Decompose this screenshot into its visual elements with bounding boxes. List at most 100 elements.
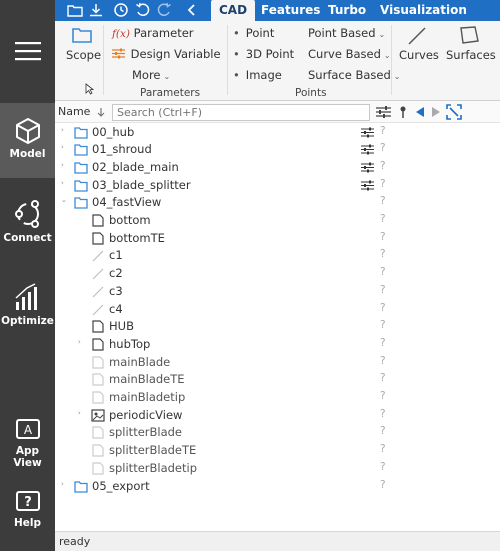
help-marker[interactable]: ? xyxy=(380,319,386,331)
tree-row[interactable]: › 00_hub? xyxy=(55,124,500,142)
filter-sliders-icon[interactable] xyxy=(376,105,391,119)
help-marker[interactable]: ? xyxy=(380,302,386,314)
expand-toggle-icon[interactable]: › xyxy=(78,409,81,417)
tree-row[interactable]: c2? xyxy=(55,265,500,283)
expand-toggle-icon[interactable]: › xyxy=(61,161,64,169)
image-label: Image xyxy=(245,68,282,82)
help-marker[interactable]: ? xyxy=(380,231,386,243)
tree-row[interactable]: › 01_shroud? xyxy=(55,141,500,159)
help-marker[interactable]: ? xyxy=(380,248,386,260)
sidebar-item-connect[interactable]: Connect xyxy=(0,197,55,244)
parameters-icon[interactable] xyxy=(361,127,374,138)
expand-toggle-icon[interactable]: › xyxy=(61,480,64,488)
3d-point-button[interactable]: • 3D Point xyxy=(233,47,294,61)
history-icon[interactable] xyxy=(113,2,129,18)
help-marker[interactable]: ? xyxy=(380,337,386,349)
help-marker[interactable]: ? xyxy=(380,142,386,154)
expand-all-icon[interactable] xyxy=(446,104,462,120)
sidebar-item-optimize[interactable]: Optimize xyxy=(0,282,55,327)
parameter-button[interactable]: f(x) Parameter xyxy=(112,26,194,40)
chevron-down-icon: ⌄ xyxy=(393,72,401,81)
undo-icon[interactable] xyxy=(135,2,151,18)
tree-row[interactable]: c1? xyxy=(55,247,500,265)
help-marker[interactable]: ? xyxy=(380,213,386,225)
help-marker[interactable]: ? xyxy=(380,284,386,296)
download-icon[interactable] xyxy=(88,2,104,18)
tree-row[interactable]: mainBladetip? xyxy=(55,389,500,407)
pin-icon[interactable] xyxy=(399,105,407,119)
tree-row[interactable]: › hubTop? xyxy=(55,336,500,354)
image-button[interactable]: • Image xyxy=(233,68,282,82)
help-marker[interactable]: ? xyxy=(380,372,386,384)
help-marker[interactable]: ? xyxy=(380,266,386,278)
sidebar-item-help[interactable]: ? Help xyxy=(0,490,55,529)
parameters-icon[interactable] xyxy=(361,180,374,191)
help-marker[interactable]: ? xyxy=(380,195,386,207)
surfaces-button[interactable]: Surfaces xyxy=(446,48,496,62)
arrow-left-icon[interactable] xyxy=(414,105,426,119)
expand-toggle-icon[interactable]: › xyxy=(61,179,64,187)
tree-row[interactable]: bottomTE? xyxy=(55,230,500,248)
expand-toggle-icon[interactable]: › xyxy=(78,338,81,346)
parameters-icon[interactable] xyxy=(361,144,374,155)
help-marker[interactable]: ? xyxy=(380,355,386,367)
tree-row[interactable]: mainBlade? xyxy=(55,354,500,372)
curve-based-dropdown[interactable]: Curve Based ⌄ xyxy=(308,47,391,61)
tree-row[interactable]: bottom? xyxy=(55,212,500,230)
back-chevron-icon[interactable] xyxy=(184,2,200,18)
hidden-shape-icon xyxy=(92,373,104,386)
sidebar-item-app-view[interactable]: A App View xyxy=(0,418,55,469)
scope-button[interactable]: Scope xyxy=(66,48,101,62)
help-marker[interactable]: ? xyxy=(380,479,386,491)
chevron-down-icon: ⌄ xyxy=(378,30,386,39)
slider-icon xyxy=(112,48,125,59)
tree-row[interactable]: splitterBladetip? xyxy=(55,460,500,478)
expand-toggle-icon[interactable]: › xyxy=(61,143,64,151)
tab-cad[interactable]: CAD xyxy=(211,0,256,21)
help-marker[interactable]: ? xyxy=(380,425,386,437)
tree-row[interactable]: › periodicView? xyxy=(55,407,500,425)
tree-item-label: 00_hub xyxy=(92,124,135,139)
tab-features[interactable]: Features xyxy=(253,0,328,21)
design-variable-button[interactable]: Design Variable xyxy=(112,47,221,61)
tree-row[interactable]: splitterBladeTE? xyxy=(55,442,500,460)
tree-row[interactable]: › 03_blade_splitter? xyxy=(55,177,500,195)
tree-row[interactable]: › 02_blade_main? xyxy=(55,159,500,177)
tab-visualization[interactable]: Visualization xyxy=(372,0,475,21)
shape-icon xyxy=(92,338,104,351)
cube-icon xyxy=(15,118,40,144)
tree-row[interactable]: ⌄ 04_fastView? xyxy=(55,194,500,212)
tree-row[interactable]: HUB? xyxy=(55,318,500,336)
tree-row[interactable]: c4? xyxy=(55,301,500,319)
point-button[interactable]: • Point xyxy=(233,26,274,40)
design-variable-label: Design Variable xyxy=(130,47,221,61)
expand-toggle-icon[interactable]: › xyxy=(61,126,64,134)
surface-based-dropdown[interactable]: Surface Based ⌄ xyxy=(308,68,400,82)
tree-row[interactable]: › 05_export? xyxy=(55,478,500,496)
tree-row[interactable]: mainBladeTE? xyxy=(55,371,500,389)
tab-turbo[interactable]: Turbo xyxy=(320,0,374,21)
help-marker[interactable]: ? xyxy=(380,390,386,402)
expand-toggle-icon[interactable]: ⌄ xyxy=(61,196,67,204)
search-input[interactable] xyxy=(112,104,370,121)
help-marker[interactable]: ? xyxy=(380,178,386,190)
curves-button[interactable]: Curves xyxy=(399,48,439,62)
tree-row[interactable]: splitterBlade? xyxy=(55,424,500,442)
menu-button[interactable] xyxy=(0,34,55,70)
sidebar-item-model[interactable]: Model xyxy=(0,103,55,178)
tree-row[interactable]: c3? xyxy=(55,283,500,301)
more-dropdown[interactable]: More ⌄ xyxy=(132,68,170,82)
redo-icon[interactable] xyxy=(156,2,172,18)
help-marker[interactable]: ? xyxy=(380,443,386,455)
help-marker[interactable]: ? xyxy=(380,160,386,172)
point-based-dropdown[interactable]: Point Based ⌄ xyxy=(308,26,385,40)
arrow-right-icon[interactable] xyxy=(430,105,442,119)
parameters-icon[interactable] xyxy=(361,162,374,173)
open-folder-icon[interactable] xyxy=(67,2,83,18)
sort-icon[interactable] xyxy=(96,107,106,117)
help-marker[interactable]: ? xyxy=(380,125,386,137)
help-marker[interactable]: ? xyxy=(380,408,386,420)
help-marker[interactable]: ? xyxy=(380,461,386,473)
model-tree: › 00_hub? › 01_shroud? › 02_blade_main? › 03_bl… xyxy=(55,123,500,531)
tree-item-label: 02_blade_main xyxy=(92,159,179,174)
